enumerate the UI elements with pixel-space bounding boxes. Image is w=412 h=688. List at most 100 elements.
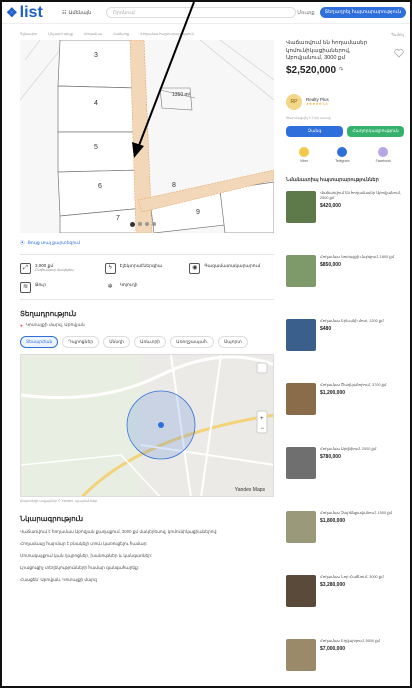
map-brand: Yandex Maps: [234, 487, 265, 493]
description-title: Նկարագրություն: [20, 516, 84, 523]
seller-rating: ★★★★★ 4.8: [306, 102, 328, 106]
currency-switch[interactable]: ֏: [339, 67, 343, 73]
tab-schools[interactable]: Դպրոցներ: [62, 336, 100, 348]
plot-label-8: 8: [172, 182, 176, 189]
plot-label-9: 9: [196, 209, 200, 216]
svg-text:+: +: [260, 416, 264, 422]
logo[interactable]: ❖ list: [6, 4, 62, 22]
similar-item[interactable]: Հողամաս Կոտայքի մարզում, 1800 քմ $850,000: [286, 254, 404, 311]
tab-sport[interactable]: Սպորտ: [218, 336, 248, 348]
carousel-dot[interactable]: [145, 222, 149, 226]
listing-photo[interactable]: 3 4 5 6 7 8 9 1350 m²: [20, 40, 274, 233]
carousel-dot-active[interactable]: [130, 222, 135, 227]
similar-price: $1,200,000: [320, 389, 346, 396]
similar-item[interactable]: Հողամաս Ծաղկաձորում, 3700 քմ $1,200,000: [286, 382, 404, 439]
seller-card[interactable]: RP Realty Plus ★★★★★ 4.8: [286, 93, 404, 110]
carousel-dot[interactable]: [152, 222, 156, 226]
similar-title-text: Հողամաս Եղվարդում, 5000 քմ: [320, 638, 380, 643]
similar-thumbnail: [286, 382, 316, 415]
area-label: 1350 m²: [172, 92, 191, 98]
tab-food[interactable]: Սննդի: [103, 336, 131, 348]
similar-item[interactable]: Վաճառվում են հողամասեր Աբովյանում, 2500 …: [286, 190, 404, 247]
description-paragraph: Հողամասը հարմար է բնակելի տուն կառուցելո…: [20, 541, 148, 546]
description-paragraph: Լրացուցիչ տեղեկությունների համար զանգահա…: [20, 565, 139, 570]
plot-label-5: 5: [94, 144, 98, 151]
share-row: Viber Telegram Facebook: [286, 146, 404, 163]
carousel-dots[interactable]: [130, 222, 156, 227]
map-drawing: + −: [21, 355, 273, 496]
category-dropdown[interactable]: ☷ Ամենայն: [62, 10, 106, 16]
gas-icon: ◉: [189, 263, 201, 274]
similar-price: $850,000: [320, 261, 341, 268]
share-viber[interactable]: Viber: [299, 146, 310, 163]
post-ad-button[interactable]: Տեղադրել հայտարարություն: [319, 7, 406, 18]
similar-item[interactable]: Հողամաս Եղվարդում, 5000 քմ $7,000,000: [286, 638, 404, 687]
similar-title-text: Հողամաս Կոտայքի մարզում, 1800 քմ: [320, 254, 395, 259]
sewer-icon: ✲: [107, 284, 113, 290]
similar-title-text: Հողամաս Նոր Հաճնում, 3000 քմ: [320, 574, 384, 579]
feature-item: ✲ Կոյուղի: [105, 282, 190, 293]
pin-icon: ●: [20, 322, 23, 328]
similar-price: $3,280,000: [320, 581, 346, 588]
description-paragraph: Վաճառվում է հողամաս Աբովյան քաղաքում, 30…: [20, 529, 218, 534]
carousel-dot[interactable]: [138, 222, 142, 226]
message-button[interactable]: Հաղորդագրություն: [347, 125, 404, 137]
heart-icon[interactable]: [394, 48, 404, 58]
similar-price: $420,000: [320, 202, 341, 209]
plot-label-7: 7: [116, 215, 120, 222]
logo-icon: ❖: [6, 4, 18, 20]
breadcrumb-item[interactable]: Հողամաս: [84, 32, 102, 36]
tab-sights[interactable]: Տեսարժան: [20, 336, 59, 348]
breadcrumb-item[interactable]: Անշարժ գույք: [48, 32, 73, 36]
breadcrumb-item: Հողամաս հայտարարություն: [140, 32, 194, 36]
similar-thumbnail: [286, 190, 316, 223]
share-telegram[interactable]: Telegram: [335, 146, 350, 163]
location-map[interactable]: + − Yandex Maps: [20, 354, 274, 497]
similar-thumbnail: [286, 254, 316, 287]
location-title: Տեղադրություն: [20, 311, 77, 318]
map-attribution: Քարտեզի տվյալներ © Yandex, պայմաններ: [20, 499, 98, 503]
call-button[interactable]: Զանգ: [286, 125, 343, 137]
similar-list: Վաճառվում են հողամասեր Աբովյանում, 2500 …: [286, 190, 404, 687]
similar-item[interactable]: Հողամաս Արզնիում, 2000 քմ $780,000: [286, 446, 404, 503]
svg-text:−: −: [261, 426, 265, 432]
tab-shopping[interactable]: Առևտրի: [134, 336, 167, 348]
similar-price: $780,000: [320, 453, 341, 460]
similar-price: $7,000,000: [320, 645, 346, 652]
similar-price: $1,800,000: [320, 517, 346, 524]
similar-thumbnail: [286, 638, 316, 671]
search-input[interactable]: Որոնում: [106, 7, 296, 18]
facebook-icon: [378, 146, 389, 157]
tab-health[interactable]: Առողջապահ.: [170, 336, 215, 348]
description-paragraph: Հասցեն՝ Աբովյան, Կոտայքի մարզ: [20, 577, 97, 582]
description-paragraph: Մոտակայքում կան դպրոցներ, խանութներ և կա…: [20, 553, 153, 558]
price: $2,520,000 ֏: [286, 64, 343, 76]
similar-title-text: Հողամաս Չարենցավանում, 1500 քմ: [320, 510, 392, 515]
logo-text: list: [19, 3, 43, 21]
similar-thumbnail: [286, 574, 316, 607]
top-bar: ❖ list ☷ Ամենայն Որոնում Մուտք Տեղադրել …: [2, 2, 410, 24]
plot-label-4: 4: [94, 100, 98, 107]
similar-item[interactable]: Հողամաս Նոր Հաճնում, 3000 քմ $3,280,000: [286, 574, 404, 631]
description-section: Նկարագրություն Վաճառվում է հողամաս Աբովյ…: [20, 515, 274, 583]
login-link[interactable]: Մուտք: [297, 10, 314, 16]
plot-plan-drawing: [20, 40, 274, 233]
similar-thumbnail: [286, 446, 316, 479]
main-column: ⦿ Ցույց տալ քարտեզում ⤢ 3,000 քմ Ընդհանու…: [20, 240, 274, 583]
page: ❖ list ☷ Ամենայն Որոնում Մուտք Տեղադրել …: [0, 0, 412, 688]
listing-meta: Թարմացվել է 2 օր առաջ: [286, 115, 331, 120]
similar-item[interactable]: Հողամաս Չարենցավանում, 1500 քմ $1,800,000: [286, 510, 404, 567]
breadcrumb-item[interactable]: Գլխավոր: [20, 32, 37, 36]
similar-item[interactable]: Հողամաս Երևանի մոտ, 1200 քմ $480: [286, 318, 404, 375]
show-on-map-link[interactable]: ⦿ Ցույց տալ քարտեզում: [20, 240, 274, 246]
similar-title-text: Հողամաս Արզնիում, 2000 քմ: [320, 446, 377, 451]
breadcrumb-item[interactable]: Վաճառք: [113, 32, 129, 36]
listing-title: Վաճառվում են հողամասեր կոմունիկացիաներով…: [286, 40, 368, 61]
feature-item: ϟ Էլեկտրաէներգիա: [104, 263, 190, 274]
water-icon: ≋: [20, 282, 31, 293]
save-link[interactable]: Պահել: [391, 32, 404, 37]
similar-title-text: Հողամաս Երևանի մոտ, 1200 քմ: [320, 318, 384, 323]
pin-icon: ⦿: [20, 240, 25, 245]
share-facebook[interactable]: Facebook: [376, 146, 391, 163]
telegram-icon: [337, 146, 348, 157]
